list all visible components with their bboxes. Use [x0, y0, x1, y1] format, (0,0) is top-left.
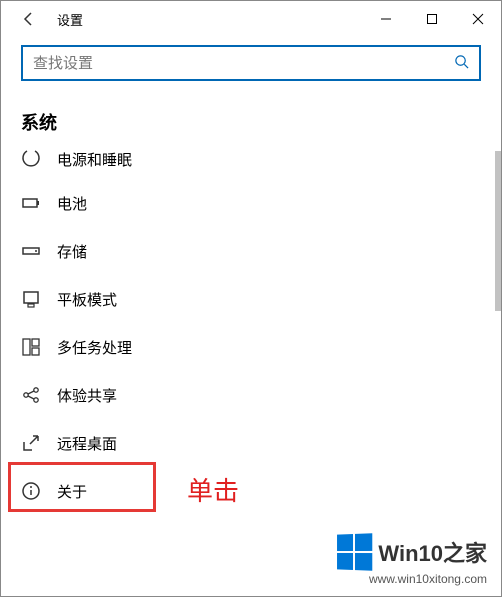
storage-icon [21, 241, 41, 261]
remote-icon [21, 433, 41, 453]
nav-label: 远程桌面 [57, 433, 117, 454]
scrollbar-thumb[interactable] [495, 151, 501, 311]
power-icon [21, 149, 41, 169]
maximize-button[interactable] [409, 1, 455, 37]
window-controls [363, 1, 501, 37]
share-icon [21, 385, 41, 405]
windows-logo-icon [337, 533, 372, 570]
nav-label: 平板模式 [57, 289, 117, 310]
nav-item-battery[interactable]: 电池 [1, 179, 501, 227]
nav-item-shared[interactable]: 体验共享 [1, 371, 501, 419]
search-container [1, 37, 501, 81]
nav-item-multitask[interactable]: 多任务处理 [1, 323, 501, 371]
nav-label: 电池 [57, 193, 87, 214]
nav-item-tablet[interactable]: 平板模式 [1, 275, 501, 323]
annotation-click: 单击 [187, 471, 239, 508]
branding-url: www.win10xitong.com [336, 572, 487, 586]
nav-label: 存储 [57, 241, 87, 262]
nav-item-about[interactable]: 关于 [1, 467, 501, 515]
nav-list: 电源和睡眠 电池 存储 平板模式 多任务处理 体验共享 远程桌面 [1, 149, 501, 515]
section-title: 系统 [1, 81, 501, 149]
titlebar: 设置 [1, 1, 501, 37]
minimize-button[interactable] [363, 1, 409, 37]
nav-item-remote[interactable]: 远程桌面 [1, 419, 501, 467]
branding-text: Win10之家 [378, 536, 487, 568]
nav-label: 多任务处理 [57, 337, 132, 358]
nav-item-storage[interactable]: 存储 [1, 227, 501, 275]
close-button[interactable] [455, 1, 501, 37]
search-input[interactable] [33, 55, 454, 72]
info-icon [21, 481, 41, 501]
nav-label: 关于 [57, 481, 87, 502]
back-button[interactable] [9, 1, 49, 37]
battery-icon [21, 193, 41, 213]
tablet-icon [21, 289, 41, 309]
branding: Win10之家 www.win10xitong.com [336, 534, 487, 586]
multitask-icon [21, 337, 41, 357]
search-box[interactable] [21, 45, 481, 81]
nav-label: 电源和睡眠 [57, 149, 132, 170]
window-title: 设置 [57, 10, 83, 29]
nav-item-power-sleep[interactable]: 电源和睡眠 [1, 149, 501, 179]
nav-label: 体验共享 [57, 385, 117, 406]
search-icon [454, 54, 469, 73]
